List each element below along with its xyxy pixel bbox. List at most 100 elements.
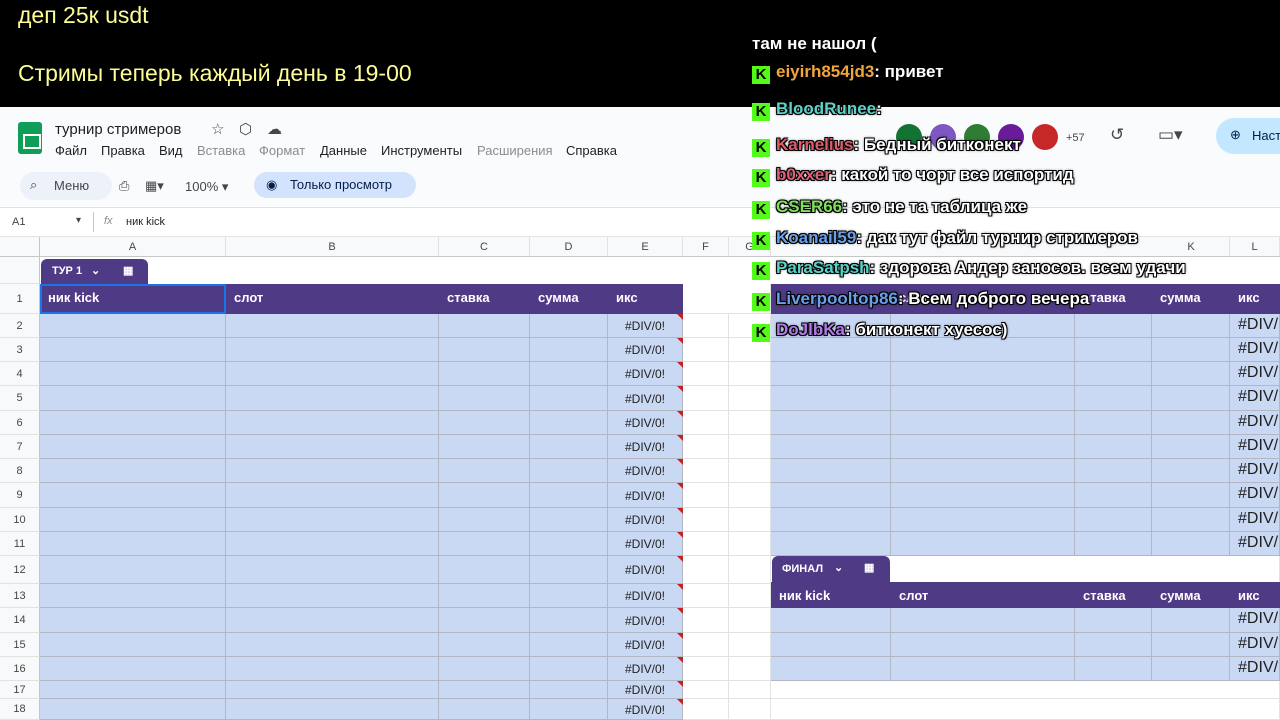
column-header[interactable]: K	[1152, 237, 1230, 257]
table-cell[interactable]	[530, 608, 608, 633]
table-cell[interactable]	[40, 508, 226, 532]
table-header-cell[interactable]: сумма	[1160, 588, 1201, 603]
table-cell[interactable]	[729, 633, 771, 657]
table-cell[interactable]	[771, 411, 891, 435]
table-cell[interactable]	[439, 338, 530, 362]
row-header[interactable]: 5	[0, 386, 40, 411]
table-cell[interactable]	[530, 386, 608, 411]
search-menu-button[interactable]: ⌕ Меню	[20, 172, 112, 200]
table-tag-final[interactable]: ФИНАЛ ⌄ ▦	[772, 556, 890, 582]
table-header-cell[interactable]: ставка	[1083, 290, 1126, 305]
table-cell[interactable]	[40, 584, 226, 608]
column-header[interactable]: L	[1230, 237, 1280, 257]
row-header[interactable]: 18	[0, 699, 40, 720]
column-header[interactable]: F	[683, 237, 729, 257]
table-cell[interactable]	[530, 681, 608, 699]
table-cell[interactable]	[1152, 362, 1230, 386]
chat-username[interactable]: Liverpooltop86	[776, 289, 898, 308]
chat-username[interactable]: Karnelius	[776, 135, 853, 154]
table-cell[interactable]	[226, 435, 439, 459]
selected-cell-a1[interactable]	[40, 284, 226, 314]
select-all-corner[interactable]	[0, 237, 40, 257]
row-header[interactable]: 15	[0, 633, 40, 657]
table-cell[interactable]	[40, 608, 226, 633]
table-header-cell[interactable]: ник kick	[779, 588, 830, 603]
table-cell[interactable]	[439, 681, 530, 699]
format-menu-icon[interactable]: ▦▾	[145, 178, 164, 194]
table-cell[interactable]	[891, 386, 1075, 411]
row-header[interactable]: 2	[0, 314, 40, 338]
table-cell[interactable]	[683, 386, 729, 411]
row-header[interactable]: 4	[0, 362, 40, 386]
table-cell[interactable]	[40, 411, 226, 435]
document-title[interactable]: турнир стримеров	[55, 121, 181, 138]
history-icon[interactable]: ↺	[1110, 126, 1124, 144]
table-cell[interactable]	[40, 556, 226, 584]
table-cell[interactable]	[40, 483, 226, 508]
table-cell[interactable]	[891, 459, 1075, 483]
table-cell[interactable]	[729, 362, 771, 386]
table-cell[interactable]	[891, 657, 1075, 681]
table-cell[interactable]	[771, 532, 891, 556]
table-cell[interactable]	[1152, 633, 1230, 657]
table-header-cell[interactable]: сумма	[1160, 290, 1201, 305]
table-cell[interactable]	[891, 362, 1075, 386]
chat-username[interactable]: ParaSatpsh	[776, 258, 870, 277]
table-cell[interactable]	[729, 459, 771, 483]
table-cell[interactable]	[729, 657, 771, 681]
table-cell[interactable]	[226, 362, 439, 386]
menu-2[interactable]: Правка	[101, 143, 145, 158]
table-cell[interactable]	[1075, 608, 1152, 633]
table-cell[interactable]	[771, 435, 891, 459]
table-cell[interactable]	[771, 633, 891, 657]
table-cell[interactable]	[1075, 411, 1152, 435]
table-cell[interactable]	[226, 338, 439, 362]
menu-9[interactable]: Справка	[566, 143, 617, 158]
table-cell[interactable]	[1152, 508, 1230, 532]
table-cell[interactable]	[530, 532, 608, 556]
chat-username[interactable]: Koanail59	[776, 228, 856, 247]
collaborators-more[interactable]: +57	[1066, 129, 1085, 147]
table-cell[interactable]	[1152, 608, 1230, 633]
column-header[interactable]: D	[530, 237, 608, 257]
table-cell[interactable]	[1075, 459, 1152, 483]
table-cell[interactable]	[891, 483, 1075, 508]
row-header[interactable]: 10	[0, 508, 40, 532]
share-button[interactable]: ⊕ Наст	[1216, 118, 1280, 154]
table-cell[interactable]	[530, 584, 608, 608]
table-cell[interactable]	[683, 681, 729, 699]
table-cell[interactable]	[439, 657, 530, 681]
table-cell[interactable]	[530, 314, 608, 338]
table-cell[interactable]	[40, 459, 226, 483]
table-cell[interactable]	[1152, 314, 1230, 338]
table-cell[interactable]	[1075, 633, 1152, 657]
table-cell[interactable]	[530, 362, 608, 386]
table-cell[interactable]	[771, 699, 1280, 720]
menu-1[interactable]: Файл	[55, 143, 87, 158]
row-header[interactable]: 14	[0, 608, 40, 633]
collaborator-avatar[interactable]	[1032, 124, 1058, 150]
menu-7[interactable]: Инструменты	[381, 143, 462, 158]
move-icon[interactable]: ⬡	[239, 121, 252, 139]
table-cell[interactable]	[729, 556, 771, 584]
table-cell[interactable]	[439, 435, 530, 459]
row-header[interactable]: 6	[0, 411, 40, 435]
menu-3[interactable]: Вид	[159, 143, 183, 158]
table-cell[interactable]	[40, 362, 226, 386]
zoom-select[interactable]: 100% ▾	[185, 179, 228, 195]
star-icon[interactable]: ☆	[211, 121, 224, 139]
table-cell[interactable]	[530, 633, 608, 657]
table-cell[interactable]	[683, 362, 729, 386]
table-cell[interactable]	[683, 657, 729, 681]
table-cell[interactable]	[530, 338, 608, 362]
table-cell[interactable]	[40, 314, 226, 338]
table-cell[interactable]	[226, 411, 439, 435]
row-header[interactable]: 11	[0, 532, 40, 556]
table-header-cell[interactable]: слот	[899, 588, 928, 603]
table-cell[interactable]	[226, 508, 439, 532]
table-cell[interactable]	[683, 584, 729, 608]
table-cell[interactable]	[40, 699, 226, 720]
table-cell[interactable]	[439, 508, 530, 532]
table-cell[interactable]	[226, 532, 439, 556]
table-cell[interactable]	[226, 608, 439, 633]
